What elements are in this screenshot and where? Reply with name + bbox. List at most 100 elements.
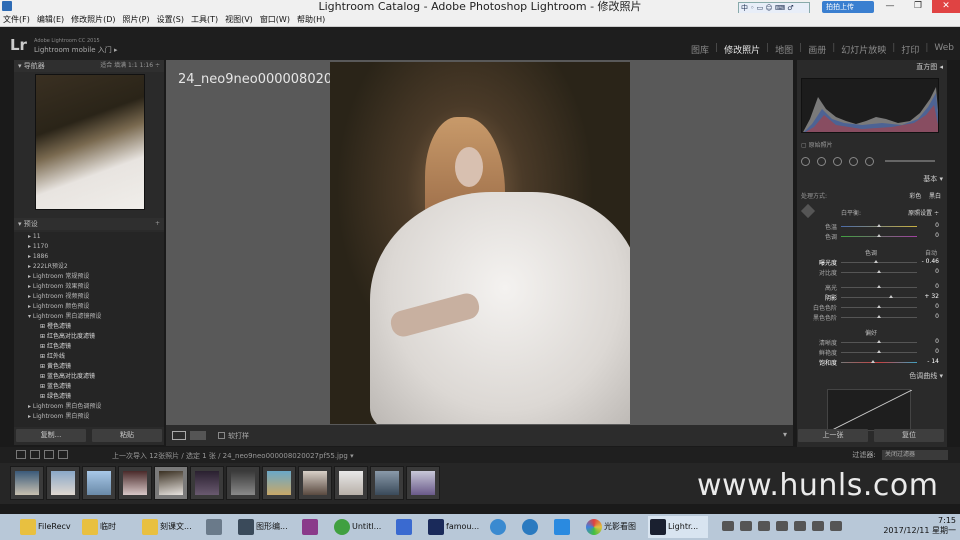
filmstrip-thumbnail[interactable] [46, 466, 80, 500]
presets-header[interactable]: ▾ 预设 + [14, 218, 164, 230]
highlights-slider[interactable]: 高光 0 [801, 283, 941, 292]
taskbar-app[interactable] [552, 516, 580, 538]
graduated-filter-icon[interactable] [849, 156, 858, 166]
network-icon[interactable] [812, 521, 824, 531]
exposure-slider-thumb[interactable] [874, 260, 878, 263]
filmstrip-thumbnail[interactable] [82, 466, 116, 500]
copy-settings-button[interactable]: 复制... [16, 429, 86, 442]
tone-curve-header[interactable]: 色调曲线 ▾ [797, 371, 943, 381]
histogram[interactable] [801, 78, 939, 133]
taskbar-untitled[interactable]: Untitl... [332, 516, 390, 538]
menu-file[interactable]: 文件(F) [3, 13, 30, 26]
menu-photo[interactable]: 照片(P) [123, 13, 150, 26]
taskbar-temp[interactable]: 临时 [80, 516, 138, 538]
preset-folder[interactable]: ▸ 11 [14, 232, 164, 242]
preset-folder[interactable]: ▸ Lightroom 效果预设 [14, 282, 164, 292]
filmstrip-thumbnail[interactable] [406, 466, 440, 500]
second-window-icon[interactable] [16, 450, 26, 459]
preset-folder[interactable]: ▸ Lightroom 常规预设 [14, 272, 164, 282]
taskbar-image-viewer[interactable]: 光影看图 [584, 516, 644, 538]
wb-eyedropper-icon[interactable] [800, 203, 816, 219]
menu-develop[interactable]: 修改照片(D) [71, 13, 115, 26]
grid-view-icon[interactable] [30, 450, 40, 459]
module-library[interactable]: 图库 [691, 43, 709, 56]
temp-slider-thumb[interactable] [877, 224, 881, 227]
nav-back-icon[interactable] [44, 450, 54, 459]
taskbar-app[interactable] [394, 516, 422, 538]
tray-icon[interactable] [794, 521, 806, 531]
menu-view[interactable]: 视图(V) [225, 13, 253, 26]
crop-tool-icon[interactable] [801, 156, 810, 166]
tray-icon[interactable] [776, 521, 788, 531]
treatment-bw-option[interactable]: 黑白 [929, 193, 941, 200]
contrast-slider[interactable]: 对比度 0 [801, 268, 941, 277]
navigator-preview[interactable] [35, 74, 145, 210]
contrast-slider-thumb[interactable] [877, 270, 881, 273]
taskbar-folder[interactable]: 刻课文... [140, 516, 198, 538]
taskbar-app[interactable] [488, 516, 516, 538]
radial-filter-icon[interactable] [865, 156, 874, 166]
module-map[interactable]: 地图 [775, 43, 793, 56]
vibrance-slider[interactable]: 鲜艳度 0 [801, 348, 941, 357]
before-after-icon[interactable] [190, 431, 206, 440]
saturation-slider-thumb[interactable] [871, 360, 875, 363]
preset-folder[interactable]: ▸ Lightroom 视频预设 [14, 292, 164, 302]
taskbar-app[interactable] [204, 516, 232, 538]
preset-item[interactable]: ⊞ 红色高对比度滤镜 [14, 332, 164, 342]
saturation-slider[interactable]: 饱和度 - 14 [801, 358, 941, 367]
preset-item[interactable]: ⊞ 黄色滤镜 [14, 362, 164, 372]
keyboard-icon[interactable] [722, 521, 734, 531]
whites-slider-thumb[interactable] [877, 305, 881, 308]
cloud-upload-button[interactable]: 拍拍上传 [822, 1, 874, 13]
tray-icon[interactable] [740, 521, 752, 531]
module-slideshow[interactable]: 幻灯片放映 [841, 43, 886, 56]
close-button[interactable]: ✕ [932, 0, 960, 13]
basic-panel-header[interactable]: 基本 ▾ [797, 174, 943, 184]
clarity-slider[interactable]: 清晰度 0 [801, 338, 941, 347]
filmstrip-thumbnail[interactable] [298, 466, 332, 500]
preset-item[interactable]: ⊞ 蓝色滤镜 [14, 382, 164, 392]
preset-folder[interactable]: ▸ Lightroom 黑白色调预设 [14, 402, 164, 412]
mobile-intro-link[interactable]: Lightroom mobile 入门 ▸ [34, 45, 118, 55]
filter-select[interactable]: 关闭过滤器 [882, 450, 948, 460]
vibrance-slider-thumb[interactable] [877, 350, 881, 353]
add-preset-button[interactable]: + [155, 218, 160, 230]
navigator-zoom-options[interactable]: 适合 填满 1:1 1:16 ÷ [100, 60, 160, 72]
treatment-color-option[interactable]: 彩色 [909, 193, 921, 200]
preset-item[interactable]: ⊞ 绿色滤镜 [14, 392, 164, 402]
image-view[interactable]: 24_neo9neo000008020027pf55.jpg [166, 60, 793, 425]
module-print[interactable]: 打印 [901, 43, 919, 56]
loupe-view-icon[interactable] [172, 431, 186, 440]
taskbar-image-editor[interactable]: 图形编... [236, 516, 294, 538]
auto-tone-button[interactable]: 自动 [925, 248, 937, 257]
taskbar-app[interactable] [520, 516, 548, 538]
menu-tools[interactable]: 工具(T) [191, 13, 218, 26]
tray-icon[interactable] [758, 521, 770, 531]
blacks-slider[interactable]: 黑色色阶 0 [801, 313, 941, 322]
temp-slider[interactable]: 色温 0 [801, 222, 941, 231]
taskbar-lightroom[interactable]: Lightr... [648, 516, 708, 538]
filmstrip-thumbnail[interactable] [262, 466, 296, 500]
spot-removal-icon[interactable] [817, 156, 826, 166]
taskbar-photoshop[interactable]: famou... [426, 516, 484, 538]
previous-settings-button[interactable]: 上一张 [798, 429, 868, 442]
volume-icon[interactable] [830, 521, 842, 531]
highlights-slider-thumb[interactable] [877, 285, 881, 288]
menu-help[interactable]: 帮助(H) [297, 13, 325, 26]
menu-settings[interactable]: 设置(S) [157, 13, 184, 26]
red-eye-icon[interactable] [833, 156, 842, 166]
filmstrip-thumbnail[interactable] [190, 466, 224, 500]
preset-folder[interactable]: ▸ 222LR预设2 [14, 262, 164, 272]
filmstrip-source-info[interactable]: 上一次导入 12张照片 / 选定 1 张 / 24_neo9neo0000080… [112, 451, 354, 461]
shadows-slider-thumb[interactable] [889, 295, 893, 298]
clock[interactable]: 7:15 2017/12/11 星期一 [883, 516, 956, 536]
blacks-slider-thumb[interactable] [877, 315, 881, 318]
module-web[interactable]: Web [934, 43, 954, 56]
nav-forward-icon[interactable] [58, 450, 68, 459]
preset-folder[interactable]: ▸ Lightroom 颜色预设 [14, 302, 164, 312]
tint-slider-thumb[interactable] [877, 234, 881, 237]
filmstrip-thumbnail-selected[interactable] [154, 466, 188, 500]
tint-slider[interactable]: 色调 0 [801, 232, 941, 241]
preset-folder-expanded[interactable]: ▾ Lightroom 黑白滤镜预设 [14, 312, 164, 322]
filmstrip-thumbnail[interactable] [118, 466, 152, 500]
